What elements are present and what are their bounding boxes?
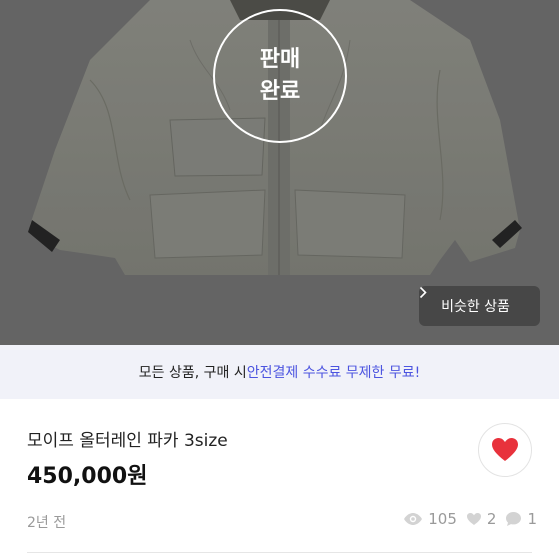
similar-products-label: 비슷한 상품	[441, 299, 510, 315]
sold-badge-line1: 판매	[259, 47, 301, 72]
banner-text: 모든 상품, 구매 시	[138, 365, 247, 381]
product-price: 450,000원	[27, 464, 148, 489]
product-stats: 105 2 1	[394, 510, 537, 528]
likes-count: 2	[486, 510, 497, 528]
like-button[interactable]	[478, 423, 532, 477]
banner-highlight: 안전결제 수수료 무제한 무료!	[246, 365, 421, 381]
eye-icon	[404, 513, 423, 525]
product-image[interactable]: 판매 완료 비슷한 상품	[0, 0, 559, 345]
views-count: 105	[428, 510, 457, 528]
views-stat: 105	[403, 510, 457, 528]
chats-count: 1	[527, 510, 537, 528]
heart-icon	[492, 438, 518, 461]
likes-stat: 2	[466, 510, 497, 528]
chats-stat: 1	[505, 510, 537, 528]
sold-badge-line2: 완료	[259, 79, 301, 104]
product-title: 모이프 올터레인 파카 3size	[27, 431, 228, 451]
chat-icon	[506, 512, 522, 526]
heart-outline-icon	[466, 513, 481, 525]
divider	[27, 552, 532, 553]
posted-time: 2년 전	[27, 515, 67, 531]
sold-out-badge: 판매 완료	[213, 9, 347, 143]
safe-payment-banner[interactable]: 모든 상품, 구매 시 안전결제 수수료 무제한 무료!	[0, 345, 559, 399]
similar-products-button[interactable]: 비슷한 상품	[419, 286, 540, 326]
